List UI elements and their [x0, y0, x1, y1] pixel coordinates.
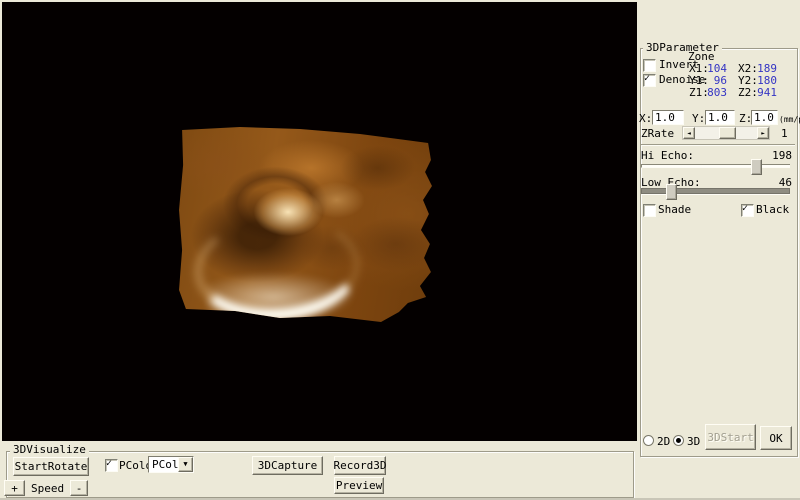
ok-button[interactable]: OK — [760, 426, 792, 450]
hi-echo-value: 198 — [762, 150, 792, 162]
3dcapture-button[interactable]: 3DCapture — [252, 456, 323, 475]
visualize-groupbox-title: 3DVisualize — [10, 444, 89, 456]
zrate-scrollbar-thumb[interactable] — [719, 127, 736, 139]
zrate-value: 1 — [781, 128, 788, 140]
preview-button[interactable]: Preview — [334, 477, 384, 494]
scale-x-label: X: — [639, 113, 652, 125]
chevron-down-icon[interactable]: ▼ — [178, 457, 193, 472]
render-viewport[interactable] — [2, 2, 637, 441]
mode-2d-radio[interactable] — [643, 435, 654, 446]
black-checkbox[interactable]: ✓ — [741, 204, 754, 217]
application-window: 3DParameter Invert ✓ Denoise Zone X1: 10… — [0, 0, 800, 500]
scale-z-input[interactable] — [751, 110, 778, 125]
low-echo-slider-track[interactable] — [641, 188, 790, 194]
scroll-left-icon[interactable]: ◄ — [683, 127, 695, 139]
scroll-right-icon[interactable]: ► — [757, 127, 769, 139]
speed-minus-button[interactable]: - — [70, 480, 88, 496]
shade-checkbox[interactable] — [643, 204, 656, 217]
pcolor-dropdown[interactable]: PColor ▼ — [148, 456, 194, 473]
separator-line — [641, 144, 795, 146]
check-icon: ✓ — [742, 204, 748, 214]
zone-z1-value: 803 — [705, 87, 727, 99]
zrate-label: ZRate — [641, 128, 674, 140]
check-icon: ✓ — [644, 74, 650, 84]
hi-echo-slider-track[interactable] — [641, 164, 790, 168]
mode-3d-label: 3D — [687, 436, 700, 448]
check-icon: ✓ — [106, 459, 112, 469]
mode-2d-label: 2D — [657, 436, 670, 448]
invert-checkbox[interactable] — [643, 59, 656, 72]
hi-echo-slider-thumb[interactable] — [751, 159, 762, 175]
denoise-checkbox[interactable]: ✓ — [643, 74, 656, 87]
scale-y-input[interactable] — [705, 110, 735, 125]
mode-3d-radio[interactable] — [673, 435, 684, 446]
3dstart-button[interactable]: 3DStart — [705, 424, 756, 450]
zrate-scrollbar[interactable]: ◄ ► — [682, 126, 770, 140]
pcolor-checkbox[interactable]: ✓ — [105, 459, 118, 472]
ultrasound-volume-image — [178, 124, 434, 324]
black-label: Black — [756, 204, 789, 216]
shade-label: Shade — [658, 204, 691, 216]
scale-unit-label: (mm/p) — [779, 114, 800, 126]
radio-dot-icon — [676, 438, 681, 443]
zone-z2-value: 941 — [755, 87, 777, 99]
hi-echo-label: Hi Echo: — [641, 150, 694, 162]
scale-y-label: Y: — [692, 113, 705, 125]
low-echo-slider-thumb[interactable] — [666, 184, 677, 200]
speed-label: Speed — [31, 483, 64, 495]
speed-plus-button[interactable]: + — [4, 480, 25, 496]
scale-x-input[interactable] — [652, 110, 684, 125]
record3d-button[interactable]: Record3D — [334, 456, 386, 475]
start-rotate-button[interactable]: StartRotate — [13, 457, 89, 476]
